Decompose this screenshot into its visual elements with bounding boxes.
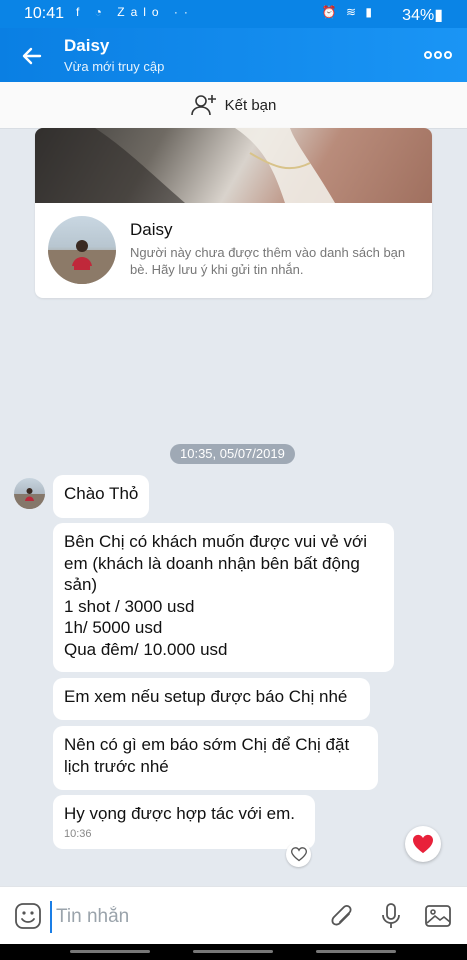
add-friend-label: Kết bạn [224, 96, 277, 114]
message-text: Qua đêm/ 10.000 usd [64, 639, 228, 659]
system-nav-bar [0, 944, 467, 960]
message-text: Nên có gì em báo sớm Chị để Chị đặt [64, 735, 350, 754]
emoji-icon [15, 903, 41, 929]
message-text: 1 shot / 3000 usd [64, 596, 195, 616]
profile-name: Daisy [130, 220, 173, 239]
message-bubble[interactable]: Chào Thỏ [53, 475, 150, 518]
message-bubble[interactable]: Em xem nếu setup được báo Chị nhé [53, 678, 370, 720]
contact-name[interactable]: Daisy [64, 36, 109, 56]
sender-avatar[interactable] [14, 478, 45, 509]
contact-status: Vừa mới truy cập [64, 59, 165, 74]
cover-photo [35, 128, 432, 203]
microphone-icon [382, 903, 400, 928]
nav-home[interactable] [193, 950, 273, 953]
message-text: em (khách là doanh nhận bên bất động [64, 553, 360, 573]
paperclip-icon [331, 904, 352, 926]
composer-bar [0, 886, 467, 945]
react-button[interactable] [286, 842, 311, 867]
message-text: Em xem nếu setup được báo Chị nhé [64, 687, 348, 706]
status-battery: 34%▮ [402, 7, 443, 24]
back-button[interactable] [18, 42, 46, 70]
heart-icon [413, 834, 433, 854]
nav-recents[interactable] [70, 950, 150, 953]
status-system-icons: ⏰ ≋ ▮ [321, 5, 375, 19]
status-time: 10:41 [24, 5, 65, 22]
message-text: Hy vọng được hợp tác với em. [64, 804, 295, 823]
back-arrow-icon [22, 47, 42, 65]
nav-back[interactable] [316, 950, 396, 953]
status-app-icons: f ◔ Zalo ·· [76, 5, 194, 19]
emoji-button[interactable] [14, 902, 42, 930]
profile-avatar[interactable] [48, 216, 116, 284]
message-text: sản) [64, 575, 98, 594]
image-button[interactable] [424, 903, 452, 929]
microphone-button[interactable] [380, 902, 402, 930]
message-text: Bên Chị có khách muốn được vui vẻ với [64, 532, 367, 551]
message-text: Chào Thỏ [64, 484, 139, 503]
stranger-warning: Người này chưa được thêm vào danh sách b… [130, 245, 406, 277]
message-input[interactable] [50, 901, 318, 933]
message-bubble[interactable]: Hy vọng được hợp tác với em. 10:36 [53, 795, 315, 849]
date-chip: 10:35, 05/07/2019 [170, 444, 295, 464]
message-bubble[interactable]: Bên Chị có khách muốn được vui vẻ với em… [53, 523, 394, 672]
more-dots-icon [424, 51, 452, 59]
message-bubble[interactable]: Nên có gì em báo sớm Chị để Chị đặt lịch… [53, 726, 378, 790]
image-icon [425, 905, 451, 927]
add-friend-button[interactable]: Kết bạn [0, 82, 467, 129]
profile-card[interactable]: Daisy Người này chưa được thêm vào danh … [35, 128, 432, 298]
quick-heart-button[interactable] [405, 826, 441, 862]
chat-header: Daisy Vừa mới truy cập [0, 28, 467, 82]
heart-outline-icon [290, 847, 307, 862]
more-button[interactable] [423, 45, 453, 65]
message-time: 10:36 [64, 827, 92, 840]
message-text: lịch trước nhé [64, 756, 169, 776]
status-bar: 10:41 f ◔ Zalo ·· ⏰ ≋ ▮ 34%▮ [0, 0, 467, 28]
add-person-icon [190, 95, 216, 116]
attach-button[interactable] [330, 902, 356, 930]
message-text: 1h/ 5000 usd [64, 618, 163, 637]
